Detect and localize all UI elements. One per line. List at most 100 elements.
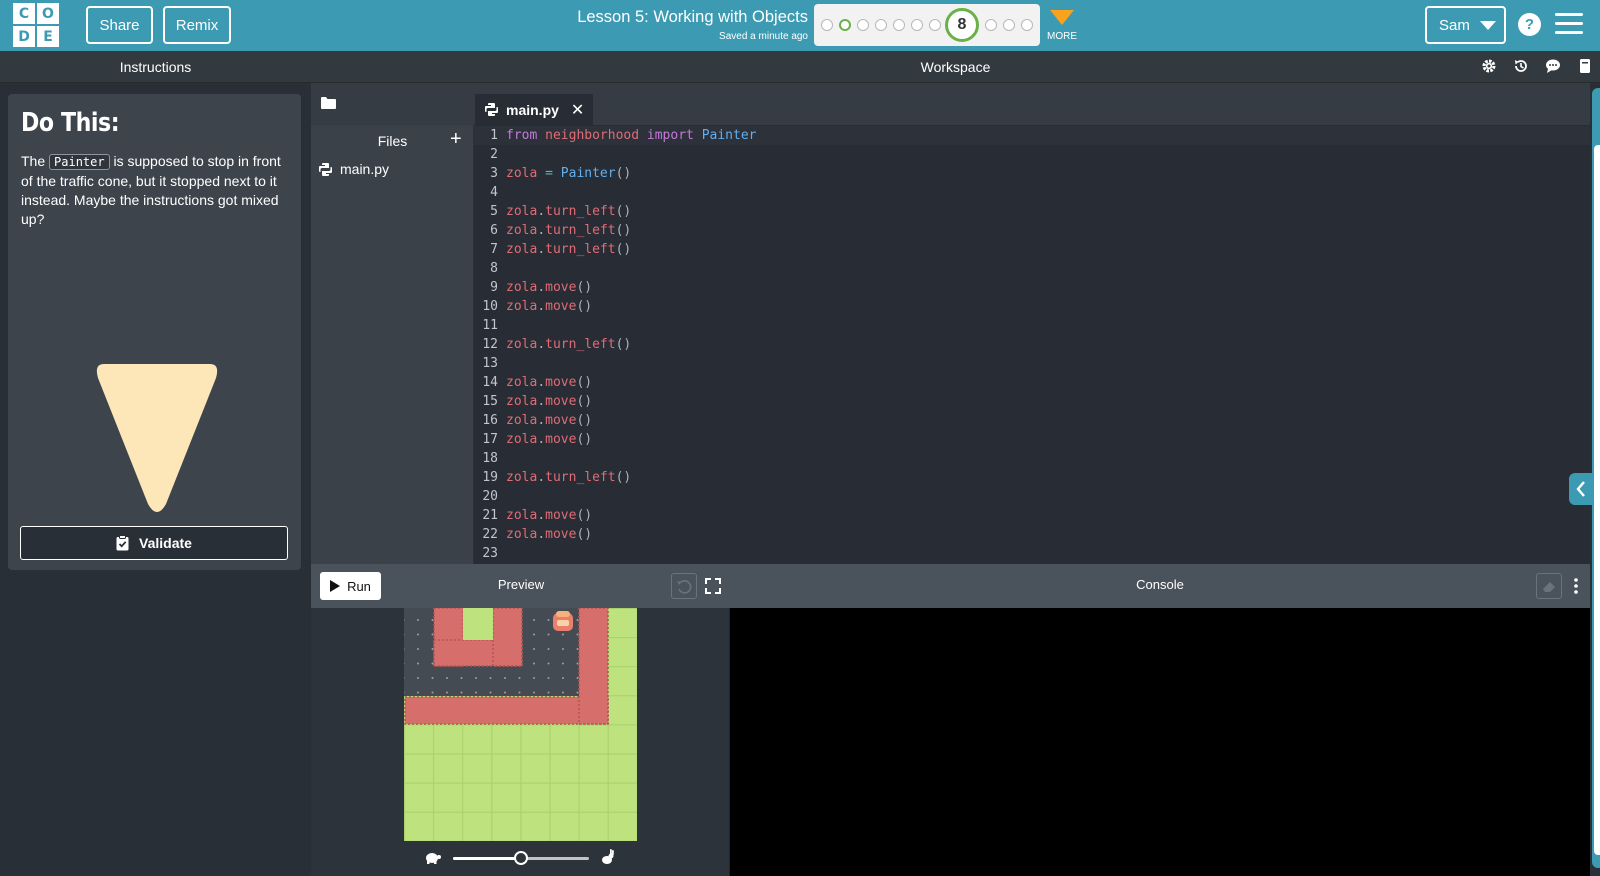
progress-level-dot[interactable] [875, 19, 887, 31]
version-history-icon[interactable] [1513, 58, 1529, 74]
hamburger-menu-icon[interactable] [1555, 13, 1583, 35]
code-text[interactable]: zola.move() [498, 525, 592, 544]
side-panel-scrollbar[interactable] [1594, 145, 1600, 855]
code-line[interactable]: 3 zola = Painter() [474, 164, 1590, 183]
line-number: 16 [482, 413, 498, 428]
feedback-comment-icon[interactable] [1545, 58, 1561, 74]
turtle-icon [426, 853, 441, 864]
code-line[interactable]: 18 [474, 449, 1590, 468]
code-text[interactable]: zola.move() [498, 411, 592, 430]
code-text[interactable]: zola.move() [498, 430, 592, 449]
code-text[interactable]: zola.move() [498, 392, 592, 411]
progress-level-dot[interactable] [1003, 19, 1015, 31]
run-button[interactable]: Run [320, 572, 381, 600]
code-text[interactable]: from neighborhood import Painter [498, 126, 756, 145]
validate-button[interactable]: Validate [20, 526, 288, 560]
code-text[interactable] [498, 544, 506, 563]
code-text[interactable]: zola = Painter() [498, 164, 631, 183]
help-icon[interactable]: ? [1518, 13, 1541, 36]
eraser-icon [1543, 582, 1555, 592]
collapse-panel-button[interactable] [1569, 473, 1593, 505]
instructions-heading: Do This: [21, 108, 120, 138]
code-text[interactable]: zola.move() [498, 297, 592, 316]
code-text[interactable] [498, 354, 506, 373]
code-text[interactable]: zola.turn_left() [498, 240, 631, 259]
code-line[interactable]: 13 [474, 354, 1590, 373]
play-icon [330, 580, 341, 592]
line-number: 8 [490, 261, 498, 276]
progress-level-dot[interactable] [1021, 19, 1033, 31]
code-text[interactable] [498, 259, 506, 278]
progress-level-dot[interactable] [857, 19, 869, 31]
code-text[interactable] [498, 449, 506, 468]
code-line[interactable]: 9 zola.move() [474, 278, 1590, 297]
code-line[interactable]: 1 from neighborhood import Painter [474, 126, 1590, 145]
code-text[interactable]: zola.turn_left() [498, 202, 631, 221]
progress-level-dot[interactable] [911, 19, 923, 31]
close-tab-icon[interactable]: ✕ [571, 100, 584, 120]
neighborhood-grid[interactable] [404, 608, 637, 841]
code-text[interactable]: zola.turn_left() [498, 468, 631, 487]
folder-icon[interactable] [321, 97, 336, 109]
code-text[interactable] [498, 145, 506, 164]
lesson-title[interactable]: Lesson 5: Working with Objects [520, 8, 808, 27]
speed-slider-thumb[interactable] [514, 851, 528, 865]
progress-level-dot[interactable] [929, 19, 941, 31]
code-line[interactable]: 2 [474, 145, 1590, 164]
code-text[interactable]: zola.turn_left() [498, 335, 631, 354]
code-lines[interactable]: 1 from neighborhood import Painter 2 3 zola … [474, 126, 1590, 563]
line-number: 3 [490, 166, 498, 181]
code-text[interactable]: zola.move() [498, 373, 592, 392]
code-text[interactable]: zola.move() [498, 506, 592, 525]
line-number: 11 [482, 318, 498, 333]
user-menu-button[interactable]: Sam [1425, 6, 1506, 44]
code-text[interactable]: zola.move() [498, 278, 592, 297]
code-line[interactable]: 10 zola.move() [474, 297, 1590, 316]
code-line[interactable]: 5 zola.turn_left() [474, 202, 1590, 221]
code-line[interactable]: 6 zola.turn_left() [474, 221, 1590, 240]
lesson-progress-bar: 8 [814, 4, 1040, 46]
code-text[interactable]: zola.turn_left() [498, 221, 631, 240]
code-line[interactable]: 23 [474, 544, 1590, 563]
code-line[interactable]: 4 [474, 183, 1590, 202]
remix-button[interactable]: Remix [163, 6, 231, 44]
code-text[interactable] [498, 183, 506, 202]
code-line[interactable]: 15 zola.move() [474, 392, 1590, 411]
share-button[interactable]: Share [86, 6, 153, 44]
fullscreen-icon[interactable] [703, 576, 723, 596]
code-text[interactable] [498, 487, 506, 506]
progress-current-level[interactable]: 8 [945, 8, 979, 42]
add-file-button[interactable]: + [450, 128, 462, 151]
code-line[interactable]: 8 [474, 259, 1590, 278]
more-levels-button[interactable]: MORE [1045, 6, 1079, 42]
code-line[interactable]: 16 zola.move() [474, 411, 1590, 430]
code-editor[interactable]: main.py ✕ 1 from neighborhood import Pain… [474, 83, 1590, 564]
file-item-main-py[interactable]: main.py [319, 161, 389, 177]
code-line[interactable]: 14 zola.move() [474, 373, 1590, 392]
line-number: 1 [490, 128, 498, 143]
tab-label: main.py [506, 101, 559, 118]
console-output[interactable] [730, 608, 1590, 876]
progress-level-dot[interactable] [985, 19, 997, 31]
code-line[interactable]: 22 zola.move() [474, 525, 1590, 544]
progress-level-dot[interactable] [893, 19, 905, 31]
code-line[interactable]: 11 [474, 316, 1590, 335]
gear-icon[interactable] [1481, 58, 1497, 74]
code-line[interactable]: 12 zola.turn_left() [474, 335, 1590, 354]
progress-level-dot[interactable] [821, 19, 833, 31]
more-options-icon[interactable] [1573, 576, 1579, 596]
code-text[interactable] [498, 316, 506, 335]
code-line[interactable]: 19 zola.turn_left() [474, 468, 1590, 487]
documentation-book-icon[interactable] [1577, 58, 1593, 74]
code-line[interactable]: 21 zola.move() [474, 506, 1590, 525]
tab-main-py[interactable]: main.py ✕ [475, 94, 593, 125]
reset-button[interactable] [671, 573, 697, 599]
code-line[interactable]: 7 zola.turn_left() [474, 240, 1590, 259]
speed-slider-fill [453, 857, 521, 860]
code-line[interactable]: 17 zola.move() [474, 430, 1590, 449]
speed-slider[interactable] [421, 848, 621, 868]
code-line[interactable]: 20 [474, 487, 1590, 506]
progress-level-dot[interactable] [839, 19, 851, 31]
clear-console-button[interactable] [1536, 573, 1562, 599]
code-org-logo[interactable]: C O D E [13, 3, 59, 47]
